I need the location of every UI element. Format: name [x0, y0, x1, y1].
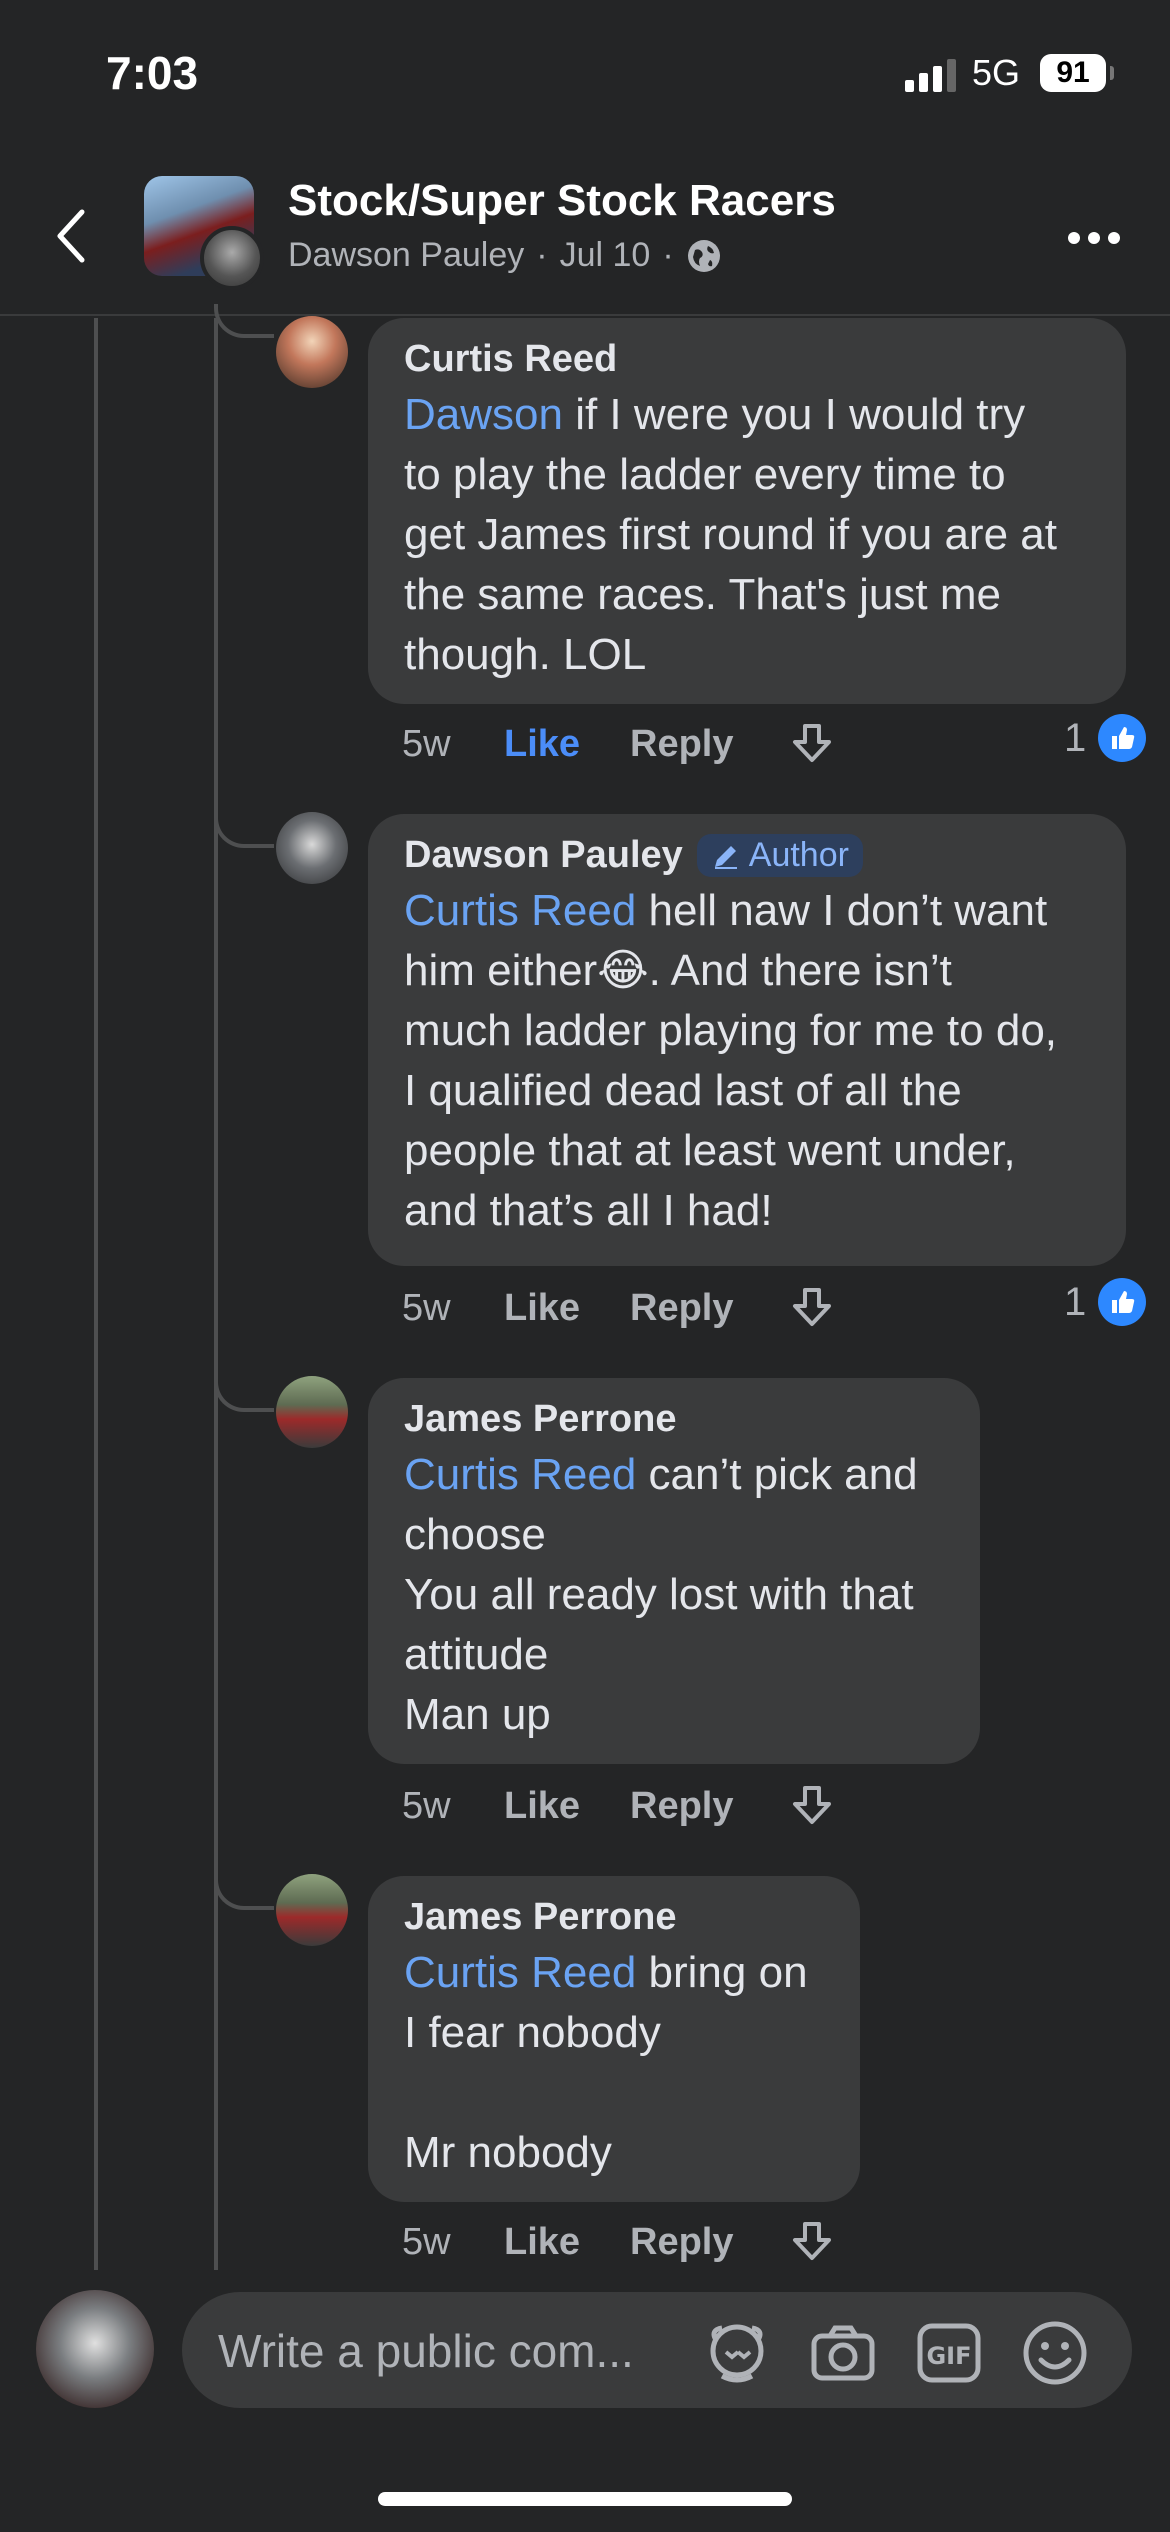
reply-button[interactable]: Reply: [630, 1287, 788, 1330]
avatar[interactable]: [276, 1376, 348, 1448]
comment-bubble: Dawson Pauley Author Curtis Reed hell na…: [368, 814, 1126, 1266]
group-avatar[interactable]: [144, 176, 264, 290]
battery-tip: [1110, 66, 1114, 80]
comment-age[interactable]: 5w: [402, 1785, 504, 1828]
commenter-name[interactable]: James Perrone: [404, 1398, 944, 1441]
reply-button[interactable]: Reply: [630, 723, 788, 766]
comment-text: Dawson if I were you I would try to play…: [404, 390, 1057, 679]
status-bar: 7:03 5G 91: [0, 0, 1170, 150]
comment-text: Curtis Reed can’t pick and choose You al…: [404, 1450, 918, 1739]
comment-age[interactable]: 5w: [402, 2221, 504, 2264]
home-indicator[interactable]: [378, 2492, 792, 2506]
like-reaction-icon: [1098, 1278, 1147, 1326]
like-button[interactable]: Like: [504, 2221, 630, 2264]
group-name[interactable]: Stock/Super Stock Racers: [288, 176, 836, 226]
reaction-count[interactable]: 1: [1064, 1278, 1147, 1326]
like-button[interactable]: Like: [504, 723, 630, 766]
author-avatar-small: [200, 226, 264, 290]
status-time: 7:03: [106, 47, 199, 99]
downvote-icon[interactable]: [788, 1782, 836, 1830]
reaction-number: 1: [1064, 715, 1087, 760]
downvote-icon[interactable]: [788, 1284, 836, 1332]
like-button[interactable]: Like: [504, 1287, 630, 1330]
post-meta: Dawson Pauley · Jul 10 ·: [288, 236, 722, 275]
downvote-icon[interactable]: [788, 720, 836, 768]
reply-button[interactable]: Reply: [630, 1785, 788, 1828]
commenter-name[interactable]: Dawson Pauley Author: [404, 834, 1090, 877]
more-icon[interactable]: [1068, 232, 1120, 244]
post-date[interactable]: Jul 10: [560, 236, 651, 275]
author-badge: Author: [696, 834, 863, 877]
commenter-name[interactable]: James Perrone: [404, 1896, 824, 1939]
comment-text: Curtis Reed bring on I fear nobody Mr no…: [404, 1948, 808, 2177]
thread-curve: [214, 1874, 274, 1910]
globe-icon: [687, 239, 720, 272]
back-chevron-icon[interactable]: [48, 206, 98, 266]
signal-icon: [905, 58, 957, 92]
meta-separator: ·: [536, 236, 548, 274]
downvote-icon[interactable]: [788, 2218, 836, 2266]
like-reaction-icon: [1098, 714, 1147, 762]
thread-line-inner: [214, 318, 218, 2270]
meta-separator: ·: [662, 236, 674, 274]
mention-link[interactable]: Curtis Reed: [404, 1948, 636, 1997]
mention-link[interactable]: Curtis Reed: [404, 1450, 636, 1499]
like-button[interactable]: Like: [504, 1785, 630, 1828]
post-header: Stock/Super Stock Racers Dawson Pauley ·…: [0, 150, 1170, 316]
avatar[interactable]: [276, 812, 348, 884]
thread-line-outer: [94, 318, 98, 2270]
camera-icon[interactable]: [808, 2318, 878, 2388]
avatar[interactable]: [276, 1874, 348, 1946]
comment-input-placeholder: Write a public com...: [218, 2325, 634, 2377]
reaction-number: 1: [1064, 1279, 1087, 1324]
mention-link[interactable]: Curtis Reed: [404, 886, 636, 935]
thread-curve: [214, 304, 274, 338]
reaction-count[interactable]: 1: [1064, 714, 1147, 762]
comment-actions: 5w Like Reply: [402, 720, 836, 768]
my-avatar[interactable]: [36, 2290, 154, 2408]
commenter-name[interactable]: Curtis Reed: [404, 338, 1090, 381]
comment-bubble: James Perrone Curtis Reed bring on I fea…: [368, 1876, 860, 2202]
comment-bubble: James Perrone Curtis Reed can’t pick and…: [368, 1378, 980, 1764]
svg-text:GIF: GIF: [926, 2342, 971, 2370]
gif-icon[interactable]: GIF: [914, 2318, 984, 2388]
comment-actions: 5w Like Reply: [402, 2218, 836, 2266]
thread-curve: [214, 1376, 274, 1412]
comment-actions: 5w Like Reply: [402, 1782, 836, 1830]
battery-icon: 91: [1040, 54, 1106, 92]
comment-input[interactable]: Write a public com... GIF: [182, 2292, 1132, 2408]
comment-age[interactable]: 5w: [402, 723, 504, 766]
comment-text: Curtis Reed hell naw I don’t want him ei…: [404, 886, 1058, 1235]
post-author[interactable]: Dawson Pauley: [288, 236, 524, 275]
reply-button[interactable]: Reply: [630, 2221, 788, 2264]
pencil-icon: [714, 845, 737, 869]
emoji-icon[interactable]: [1020, 2318, 1090, 2388]
thread-curve: [214, 812, 274, 848]
comment-actions: 5w Like Reply: [402, 1284, 836, 1332]
comment-age[interactable]: 5w: [402, 1287, 504, 1330]
avatar[interactable]: [276, 316, 348, 388]
comment-bubble: Curtis Reed Dawson if I were you I would…: [368, 318, 1126, 704]
network-type: 5G: [972, 52, 1021, 93]
comment-composer: Write a public com... GIF: [0, 2270, 1170, 2440]
avatar-sticker-icon[interactable]: [702, 2318, 772, 2388]
mention-link[interactable]: Dawson: [404, 390, 563, 439]
